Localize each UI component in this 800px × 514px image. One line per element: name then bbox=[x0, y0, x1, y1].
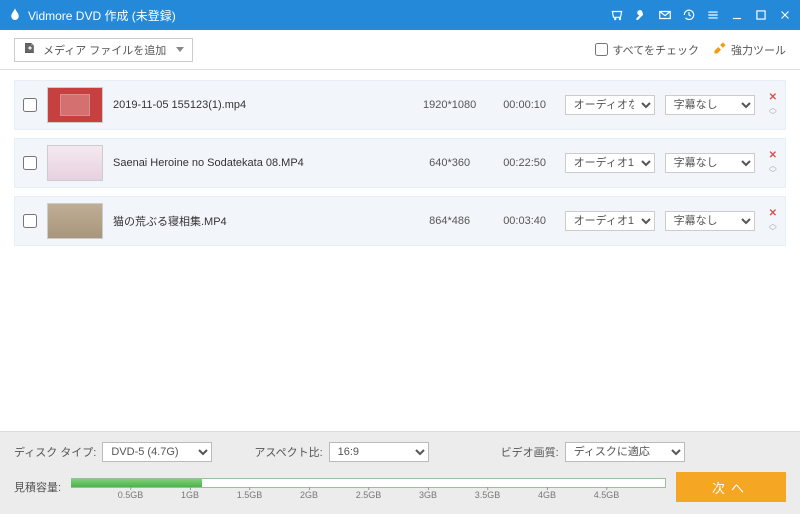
chevron-down-icon bbox=[176, 47, 184, 52]
delete-icon[interactable]: ✕ bbox=[769, 208, 777, 219]
resolution: 864*486 bbox=[415, 215, 485, 227]
toolbar: メディア ファイルを追加 すべてをチェック 強力ツール bbox=[0, 30, 800, 70]
disk-type-label: ディスク タイプ: bbox=[14, 444, 96, 460]
delete-icon[interactable]: ✕ bbox=[769, 92, 777, 103]
file-row: 2019-11-05 155123(1).mp4 1920*1080 00:00… bbox=[14, 80, 786, 130]
delete-icon[interactable]: ✕ bbox=[769, 150, 777, 161]
subtitle-select[interactable]: 字幕なし bbox=[665, 95, 755, 115]
history-icon[interactable] bbox=[682, 8, 696, 22]
thumbnail[interactable] bbox=[47, 87, 103, 123]
subtitle-select[interactable]: 字幕なし bbox=[665, 211, 755, 231]
add-media-label: メディア ファイルを追加 bbox=[43, 42, 166, 58]
capacity-tick: 3.5GB bbox=[475, 490, 501, 500]
row-checkbox[interactable] bbox=[23, 214, 37, 228]
thumbnail[interactable] bbox=[47, 145, 103, 181]
subtitle-select[interactable]: 字幕なし bbox=[665, 153, 755, 173]
maximize-icon[interactable] bbox=[754, 8, 768, 22]
duration: 00:00:10 bbox=[495, 99, 555, 111]
audio-select[interactable]: オーディオ1 bbox=[565, 153, 655, 173]
power-tools-label: 強力ツール bbox=[731, 42, 786, 58]
capacity-tick: 0.5GB bbox=[118, 490, 144, 500]
file-list: 2019-11-05 155123(1).mp4 1920*1080 00:00… bbox=[0, 70, 800, 431]
row-checkbox[interactable] bbox=[23, 98, 37, 112]
next-button[interactable]: 次へ bbox=[676, 472, 786, 502]
menu-icon[interactable] bbox=[706, 8, 720, 22]
capacity-label: 見積容量: bbox=[14, 479, 61, 495]
row-checkbox[interactable] bbox=[23, 156, 37, 170]
app-title: Vidmore DVD 作成 (未登録) bbox=[28, 7, 610, 24]
add-file-icon bbox=[23, 41, 37, 58]
check-all[interactable]: すべてをチェック bbox=[595, 42, 699, 58]
aspect-select[interactable]: 16:9 bbox=[329, 442, 429, 462]
capacity-fill bbox=[71, 479, 202, 487]
capacity-tick: 2GB bbox=[300, 490, 318, 500]
capacity-tick: 4.5GB bbox=[594, 490, 620, 500]
move-up-icon[interactable]: ︿ bbox=[769, 220, 777, 227]
check-all-label: すべてをチェック bbox=[612, 42, 699, 58]
capacity-tick: 1GB bbox=[181, 490, 199, 500]
duration: 00:22:50 bbox=[495, 157, 555, 169]
mail-icon[interactable] bbox=[658, 8, 672, 22]
quality-label: ビデオ画質: bbox=[501, 444, 559, 460]
cart-icon[interactable] bbox=[610, 8, 624, 22]
quality-select[interactable]: ディスクに適応 bbox=[565, 442, 685, 462]
file-name: Saenai Heroine no Sodatekata 08.MP4 bbox=[113, 157, 405, 169]
power-tools-button[interactable]: 強力ツール bbox=[713, 41, 786, 58]
file-row: Saenai Heroine no Sodatekata 08.MP4 640*… bbox=[14, 138, 786, 188]
resolution: 640*360 bbox=[415, 157, 485, 169]
aspect-label: アスペクト比: bbox=[254, 444, 322, 460]
close-icon[interactable] bbox=[778, 8, 792, 22]
move-up-icon[interactable]: ︿ bbox=[769, 162, 777, 169]
titlebar: Vidmore DVD 作成 (未登録) bbox=[0, 0, 800, 30]
audio-select[interactable]: オーディオ1 bbox=[565, 211, 655, 231]
add-media-button[interactable]: メディア ファイルを追加 bbox=[14, 38, 193, 62]
tools-icon bbox=[713, 41, 727, 58]
minimize-icon[interactable] bbox=[730, 8, 744, 22]
capacity-tick: 3GB bbox=[419, 490, 437, 500]
file-row: 猫の荒ぶる寝相集.MP4 864*486 00:03:40 オーディオ1 字幕な… bbox=[14, 196, 786, 246]
titlebar-actions bbox=[610, 8, 792, 22]
duration: 00:03:40 bbox=[495, 215, 555, 227]
capacity-tick: 2.5GB bbox=[356, 490, 382, 500]
move-down-icon[interactable]: ﹀ bbox=[769, 112, 777, 119]
audio-select[interactable]: オーディオなし bbox=[565, 95, 655, 115]
move-down-icon[interactable]: ﹀ bbox=[769, 170, 777, 177]
footer: ディスク タイプ: DVD-5 (4.7G) アスペクト比: 16:9 ビデオ画… bbox=[0, 431, 800, 514]
check-all-checkbox[interactable] bbox=[595, 43, 608, 56]
key-icon[interactable] bbox=[634, 8, 648, 22]
file-name: 猫の荒ぶる寝相集.MP4 bbox=[113, 213, 405, 229]
capacity-tick: 1.5GB bbox=[237, 490, 263, 500]
capacity-bar: 0.5GB 1GB 1.5GB 2GB 2.5GB 3GB 3.5GB 4GB 4.5GB bbox=[71, 476, 666, 498]
app-logo-icon bbox=[8, 8, 22, 22]
capacity-tick: 4GB bbox=[538, 490, 556, 500]
move-up-icon[interactable]: ︿ bbox=[769, 104, 777, 111]
move-down-icon[interactable]: ﹀ bbox=[769, 228, 777, 235]
thumbnail[interactable] bbox=[47, 203, 103, 239]
resolution: 1920*1080 bbox=[415, 99, 485, 111]
file-name: 2019-11-05 155123(1).mp4 bbox=[113, 99, 405, 111]
disk-type-select[interactable]: DVD-5 (4.7G) bbox=[102, 442, 212, 462]
